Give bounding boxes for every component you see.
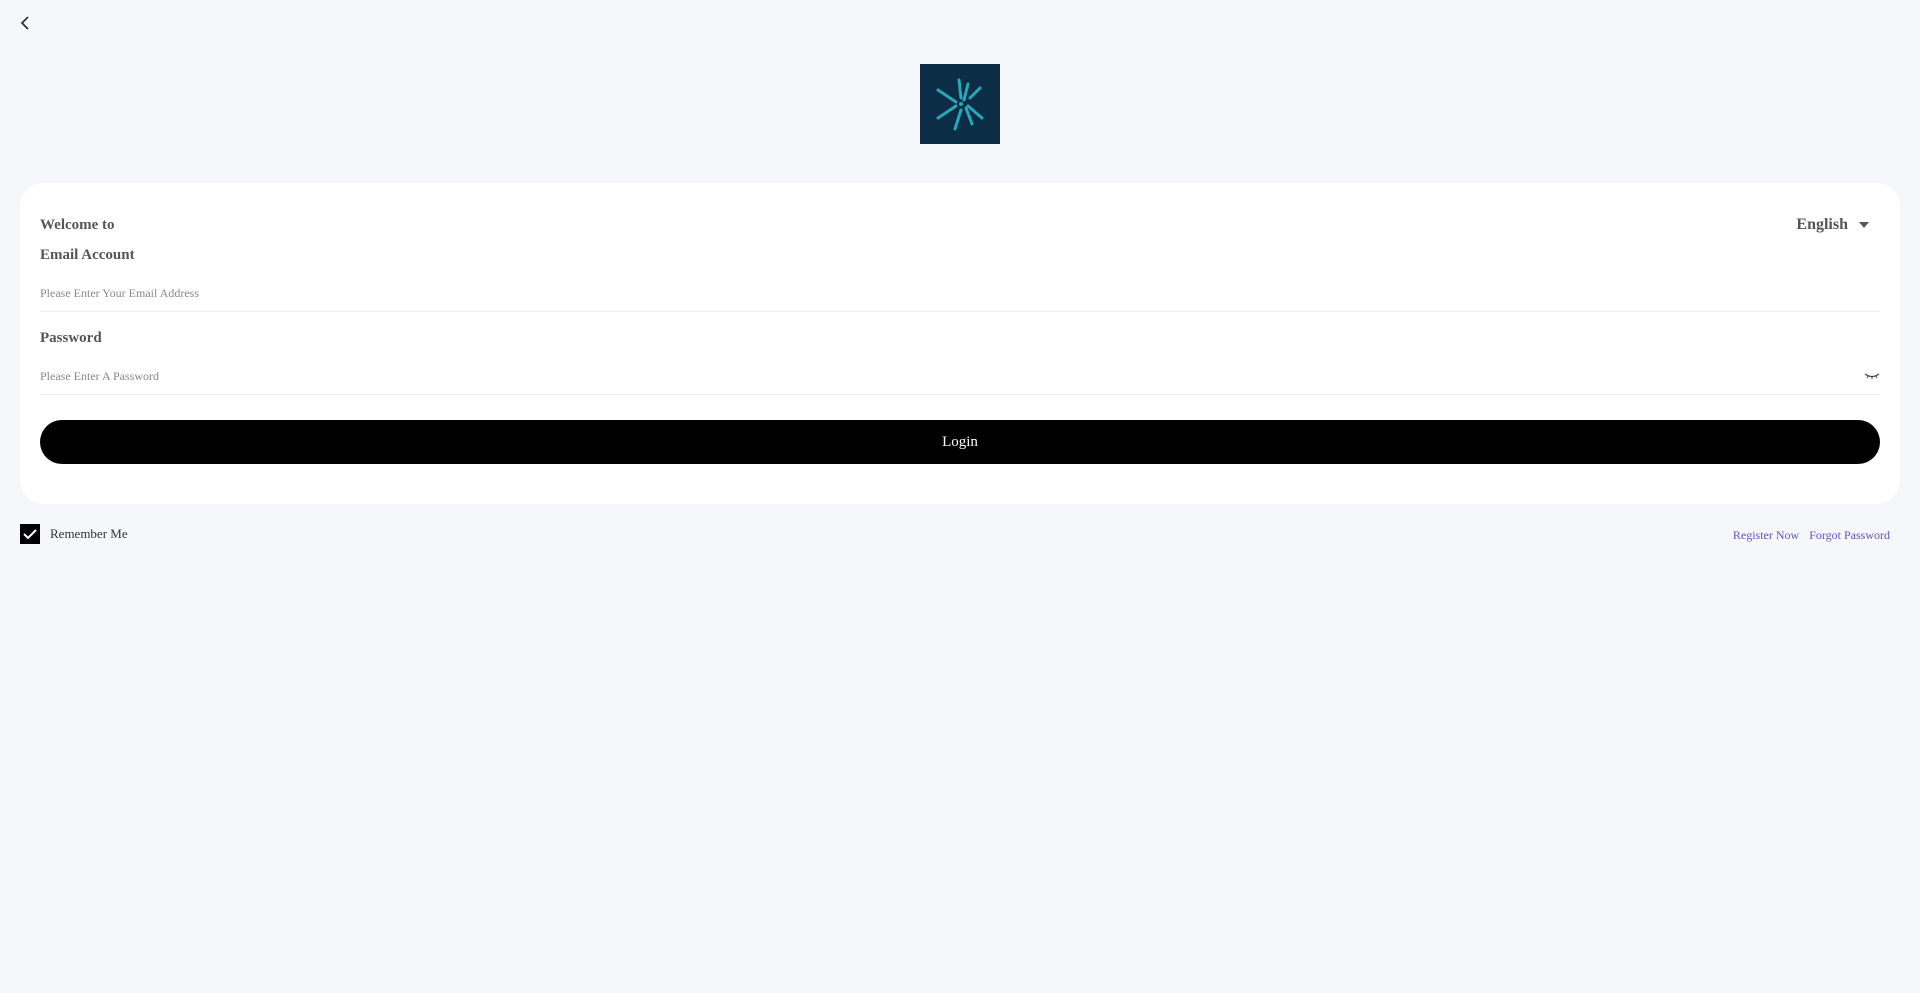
caret-down-icon — [1859, 222, 1869, 228]
language-selector[interactable]: English — [1796, 216, 1870, 234]
password-visibility-toggle[interactable] — [1864, 368, 1880, 384]
email-label: Email Account — [40, 247, 135, 263]
login-card: Welcome to English Email Account Passwor… — [20, 183, 1900, 504]
forgot-password-link[interactable]: Forgot Password — [1809, 528, 1890, 543]
welcome-text: Welcome to — [40, 217, 115, 233]
register-link[interactable]: Register Now — [1733, 528, 1799, 543]
language-label: English — [1796, 216, 1848, 233]
back-button[interactable] — [14, 12, 36, 34]
login-button[interactable]: Login — [40, 420, 1880, 464]
password-label: Password — [40, 330, 102, 346]
remember-me-label: Remember Me — [50, 526, 128, 541]
email-input[interactable] — [40, 285, 1880, 301]
password-input[interactable] — [40, 368, 1880, 384]
checkmark-icon — [23, 529, 37, 540]
chevron-left-icon — [20, 16, 29, 30]
app-logo — [920, 64, 1000, 144]
password-field-wrapper — [40, 358, 1880, 395]
asterisk-logo-icon — [936, 78, 984, 131]
eye-closed-icon — [1864, 373, 1880, 379]
auth-links: Register Now Forgot Password — [1733, 528, 1890, 543]
remember-me[interactable]: Remember Me — [20, 524, 128, 544]
email-field-wrapper — [40, 275, 1880, 312]
remember-me-checkbox[interactable] — [20, 524, 40, 544]
